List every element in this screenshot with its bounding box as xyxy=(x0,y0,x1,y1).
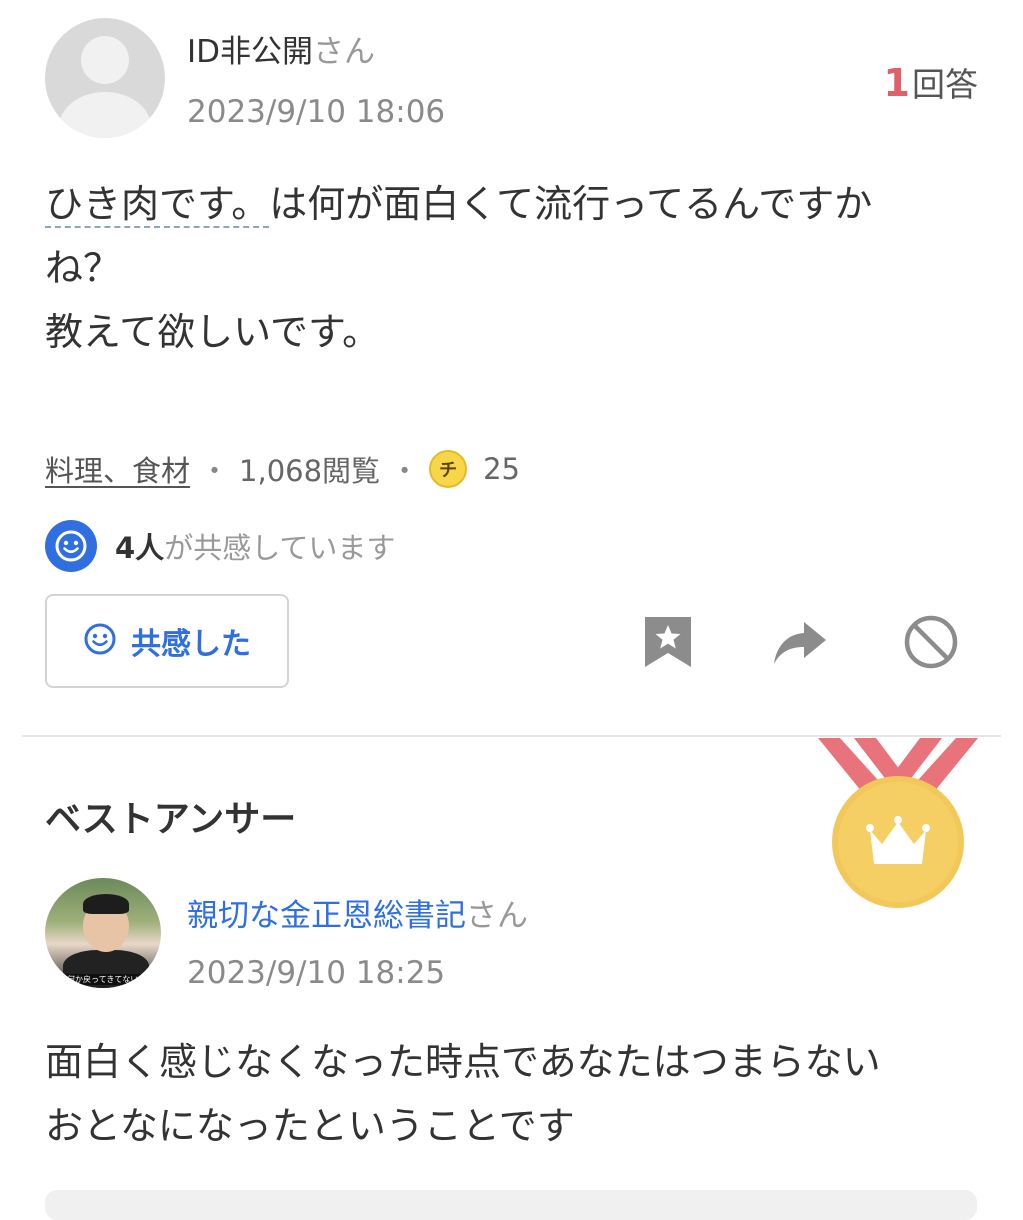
view-count: 1,068閲覧 xyxy=(239,454,381,488)
question-line-1: ひき肉です。は何が面白くて流行ってるんですか xyxy=(45,172,985,236)
smile-icon xyxy=(45,520,97,572)
empathy-count: 4人 xyxy=(115,531,165,565)
category-link[interactable]: 料理、食材 xyxy=(45,448,190,490)
answer-body: 面白く感じなくなった時点であなたはつまらない おとなになったということです xyxy=(45,1030,985,1158)
meta-separator: ・ xyxy=(390,454,420,488)
question-line-2: ね？ xyxy=(45,246,122,290)
next-card-edge xyxy=(45,1190,977,1220)
empathy-summary[interactable]: 4人が共感しています xyxy=(45,520,395,572)
best-answer-title: ベストアンサー xyxy=(45,799,297,840)
gold-medal-crown-icon xyxy=(818,738,978,908)
question-line-3: 教えて欲しいです。 xyxy=(45,310,381,354)
avatar-caption: "何か戻ってきてない? xyxy=(45,974,161,985)
answerer-name-text[interactable]: 親切な金正恩総書記 xyxy=(187,898,466,934)
empathy-button[interactable]: 共感した xyxy=(45,594,289,688)
avatar-body-shape xyxy=(59,92,151,138)
coin-count: 25 xyxy=(483,452,520,486)
question-meta: 料理、食材 ・ 1,068閲覧 ・ チ 25 xyxy=(45,448,520,490)
answerer-name[interactable]: 親切な金正恩総書記さん xyxy=(187,890,528,935)
empathy-button-label: 共感した xyxy=(131,627,251,662)
answer-count[interactable]: 1回答 xyxy=(884,58,978,106)
answerer-honorific: さん xyxy=(466,898,528,934)
answer-count-label: 回答 xyxy=(912,65,978,104)
questioner-honorific: さん xyxy=(313,34,376,70)
block-icon[interactable] xyxy=(903,614,959,670)
answerer-avatar[interactable]: "何か戻ってきてない? xyxy=(45,878,161,988)
empathy-text: 4人が共感しています xyxy=(115,525,395,567)
questioner-avatar[interactable] xyxy=(45,18,165,138)
questioner-name-text: ID非公開 xyxy=(187,34,314,70)
empathy-suffix: が共感しています xyxy=(164,531,396,565)
smile-icon xyxy=(83,622,117,660)
answer-date: 2023/9/10 18:25 xyxy=(187,955,446,991)
question-body: ひき肉です。は何が面白くて流行ってるんですか ね？ 教えて欲しいです。 xyxy=(45,172,985,364)
question-date: 2023/9/10 18:06 xyxy=(187,94,446,130)
answer-line-2: おとなになったということです xyxy=(45,1104,575,1148)
meta-separator: ・ xyxy=(200,454,230,488)
question-line-1-rest: は何が面白くて流行ってるんですか xyxy=(269,182,873,226)
answer-count-number: 1 xyxy=(883,61,910,105)
share-arrow-icon[interactable] xyxy=(772,620,828,666)
section-divider xyxy=(22,735,1001,737)
question-keyword-link[interactable]: ひき肉です。 xyxy=(45,182,270,228)
avatar-head-shape xyxy=(81,36,129,84)
questioner-name: ID非公開さん xyxy=(187,26,375,71)
answer-line-1: 面白く感じなくなった時点であなたはつまらない xyxy=(45,1040,881,1084)
coin-icon: チ xyxy=(429,450,468,488)
avatar-hair-shape xyxy=(83,894,129,914)
bookmark-star-icon[interactable] xyxy=(643,615,693,669)
